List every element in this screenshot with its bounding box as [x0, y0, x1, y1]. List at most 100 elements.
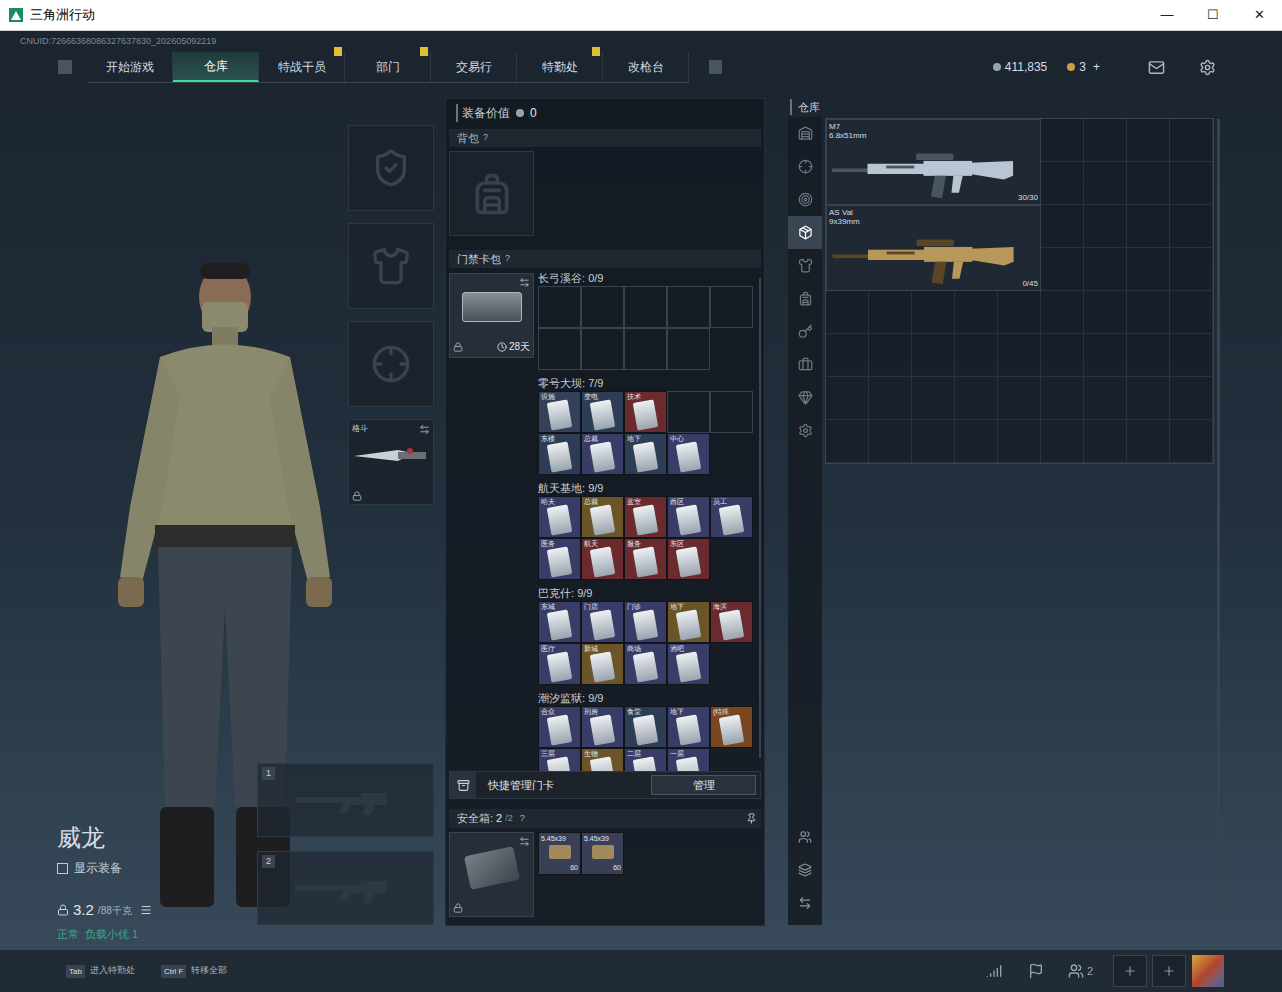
- keycard[interactable]: 合众: [538, 706, 581, 748]
- keycard[interactable]: 哈夫: [538, 496, 581, 538]
- add-ticket-button[interactable]: +: [1093, 58, 1100, 76]
- settings-icon[interactable]: [1199, 59, 1216, 76]
- weight-details-icon[interactable]: [140, 904, 152, 916]
- sort-icon[interactable]: [798, 896, 812, 910]
- keycard[interactable]: 一层: [667, 748, 710, 771]
- category-tab[interactable]: [788, 249, 822, 282]
- empty-keycard-slot[interactable]: [667, 391, 710, 433]
- keycard[interactable]: 蓝室: [624, 496, 667, 538]
- keycard[interactable]: 食堂: [624, 706, 667, 748]
- backpack-slot[interactable]: [449, 151, 534, 236]
- keycard[interactable]: 生物: [581, 748, 624, 771]
- grid-cell[interactable]: [998, 291, 1041, 334]
- keycard[interactable]: 东区: [667, 538, 710, 580]
- pin-icon[interactable]: [746, 813, 757, 824]
- empty-keycard-slot[interactable]: [581, 286, 624, 328]
- help-button[interactable]: ?: [505, 252, 510, 266]
- keycard[interactable]: 商场: [624, 643, 667, 685]
- next-tab-key[interactable]: [709, 60, 722, 74]
- squad-count[interactable]: 2: [1068, 963, 1093, 980]
- prev-tab-key[interactable]: [58, 60, 72, 74]
- nav-tab[interactable]: 改枪台: [603, 52, 689, 82]
- keycard[interactable]: 设施: [538, 391, 581, 433]
- nav-tab[interactable]: 特勤处: [517, 52, 603, 82]
- grid-cell[interactable]: [1041, 119, 1084, 162]
- invite-slot[interactable]: [1113, 955, 1147, 987]
- show-gear-checkbox[interactable]: [57, 863, 68, 874]
- grid-cell[interactable]: [1084, 248, 1127, 291]
- grid-cell[interactable]: [1084, 205, 1127, 248]
- grid-cell[interactable]: [955, 291, 998, 334]
- keycard[interactable]: 医疗: [538, 643, 581, 685]
- grid-cell[interactable]: [1170, 119, 1213, 162]
- keycard[interactable]: 技术: [624, 391, 667, 433]
- grid-cell[interactable]: [1170, 291, 1213, 334]
- pistol-slot[interactable]: [348, 321, 434, 407]
- empty-keycard-slot[interactable]: [710, 286, 753, 328]
- window-control-button[interactable]: ✕: [1236, 0, 1282, 30]
- grid-cell[interactable]: [1127, 205, 1170, 248]
- grid-cell[interactable]: [912, 291, 955, 334]
- window-control-button[interactable]: ☐: [1190, 0, 1236, 30]
- swap-icon[interactable]: [519, 277, 530, 288]
- melee-slot[interactable]: 格斗: [348, 419, 434, 505]
- keycard[interactable]: 东楼: [538, 433, 581, 475]
- weapon-slot[interactable]: 2: [257, 851, 434, 925]
- keycard[interactable]: 地下: [624, 433, 667, 475]
- category-tab[interactable]: [788, 282, 822, 315]
- keycard[interactable]: 海滨: [710, 601, 753, 643]
- category-tab[interactable]: [788, 348, 822, 381]
- grid-cell[interactable]: [869, 291, 912, 334]
- grid-cell[interactable]: [1170, 205, 1213, 248]
- keycard[interactable]: 二层: [624, 748, 667, 771]
- grid-cell[interactable]: [1127, 248, 1170, 291]
- grid-cell[interactable]: [869, 334, 912, 377]
- nav-tab[interactable]: 仓库: [173, 52, 259, 82]
- share-icon[interactable]: [798, 830, 812, 844]
- empty-keycard-slot[interactable]: [538, 286, 581, 328]
- weapon-item[interactable]: M76.8x51mm30/30: [826, 119, 1041, 205]
- keycard-bag-slot[interactable]: 28天: [449, 273, 534, 358]
- keycard[interactable]: 三层: [538, 748, 581, 771]
- player-avatar[interactable]: [1192, 955, 1224, 987]
- nav-tab[interactable]: 交易行: [431, 52, 517, 82]
- keycard[interactable]: 门诊: [624, 601, 667, 643]
- flag-icon[interactable]: [1028, 963, 1044, 979]
- grid-cell[interactable]: [869, 420, 912, 463]
- grid-cell[interactable]: [1127, 119, 1170, 162]
- swap-icon[interactable]: [519, 836, 530, 847]
- keycard[interactable]: 门店: [581, 601, 624, 643]
- empty-keycard-slot[interactable]: [667, 328, 710, 370]
- keycard[interactable]: 服务: [624, 538, 667, 580]
- empty-keycard-slot[interactable]: [624, 328, 667, 370]
- grid-cell[interactable]: [1041, 334, 1084, 377]
- nav-tab[interactable]: 开始游戏: [87, 52, 173, 82]
- grid-cell[interactable]: [1127, 291, 1170, 334]
- nav-tab[interactable]: 部门: [345, 52, 431, 82]
- grid-cell[interactable]: [912, 377, 955, 420]
- stats-icon[interactable]: [986, 963, 1002, 979]
- help-button[interactable]: ?: [483, 131, 488, 145]
- help-button[interactable]: ?: [520, 812, 525, 826]
- grid-cell[interactable]: [1041, 248, 1084, 291]
- category-tab[interactable]: [788, 183, 822, 216]
- grid-cell[interactable]: [1041, 162, 1084, 205]
- keycard[interactable]: 变电: [581, 391, 624, 433]
- keycard[interactable]: (特殊: [710, 706, 753, 748]
- grid-cell[interactable]: [826, 420, 869, 463]
- grid-cell[interactable]: [1127, 420, 1170, 463]
- ammo-item[interactable]: 5.45x3960: [581, 832, 624, 875]
- grid-cell[interactable]: [1170, 334, 1213, 377]
- grid-cell[interactable]: [1084, 119, 1127, 162]
- keycard[interactable]: 总裁: [581, 433, 624, 475]
- manage-button[interactable]: 管理: [651, 775, 756, 795]
- grid-cell[interactable]: [1170, 377, 1213, 420]
- grid-cell[interactable]: [826, 377, 869, 420]
- grid-cell[interactable]: [1084, 420, 1127, 463]
- grid-cell[interactable]: [1170, 248, 1213, 291]
- empty-keycard-slot[interactable]: [667, 286, 710, 328]
- grid-cell[interactable]: [912, 334, 955, 377]
- keycard[interactable]: 医务: [538, 538, 581, 580]
- grid-cell[interactable]: [1041, 291, 1084, 334]
- show-gear-toggle[interactable]: 显示装备: [57, 859, 257, 877]
